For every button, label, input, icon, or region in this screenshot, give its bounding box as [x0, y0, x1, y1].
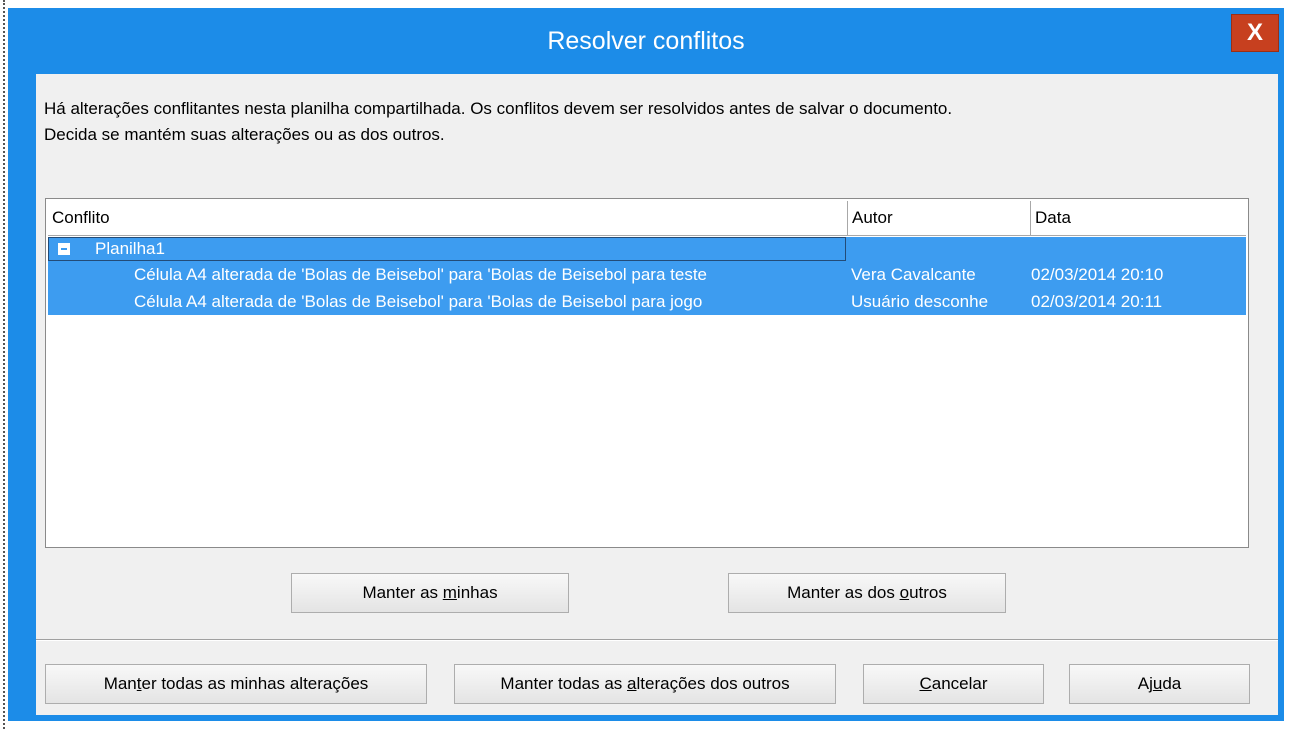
message-line-1: Há alterações conflitantes nesta planilh…: [44, 99, 953, 118]
group-label: Planilha1: [95, 239, 165, 258]
column-header-conflito[interactable]: Conflito: [48, 201, 848, 235]
dialog-title: Resolver conflitos: [547, 26, 745, 55]
keep-others-label-pre: Manter as dos: [787, 583, 900, 602]
keep-others-accelerator: o: [899, 583, 910, 602]
cancel-accelerator: C: [919, 674, 932, 693]
group-row-planilha1[interactable]: Planilha1: [48, 237, 1246, 261]
help-label-post: da: [1162, 674, 1182, 693]
keep-mine-label-pre: Manter as: [362, 583, 443, 602]
keep-all-others-button[interactable]: Manter todas as a lterações dos outros: [454, 664, 836, 704]
cell-conflito: Célula A4 alterada de 'Bolas de Beisebol…: [134, 292, 703, 311]
conflict-message: Há alterações conflitantes nesta planilh…: [44, 96, 952, 148]
help-label-pre: Aj: [1137, 674, 1153, 693]
group-focus-outline: [48, 237, 846, 261]
keep-all-others-accelerator: a: [627, 674, 637, 693]
cell-autor: Vera Cavalcante: [851, 265, 976, 284]
keep-others-button[interactable]: Manter as dos o utros: [728, 573, 1006, 613]
keep-others-label-post: utros: [909, 583, 947, 602]
resolve-conflicts-dialog: Resolver conflitos X Há alterações confl…: [8, 8, 1284, 721]
cancel-button[interactable]: Cancelar: [863, 664, 1044, 704]
title-bar[interactable]: Resolver conflitos: [8, 8, 1284, 74]
table-header: Conflito Autor Data: [48, 201, 1246, 236]
window-edge: [3, 0, 5, 729]
keep-all-others-label-post: lterações dos outros: [636, 674, 790, 693]
keep-all-mine-label-post: er todas as minhas alterações: [141, 674, 369, 693]
keep-mine-accelerator: m: [442, 583, 457, 602]
keep-all-mine-label-pre: Man: [103, 674, 137, 693]
collapse-icon[interactable]: [58, 243, 70, 255]
help-button[interactable]: Aj u da: [1069, 664, 1250, 704]
keep-all-mine-button[interactable]: Man t er todas as minhas alterações: [45, 664, 427, 704]
keep-mine-button[interactable]: Manter as m inhas: [291, 573, 569, 613]
table-body: Planilha1 Célula A4 alterada de 'Bolas d…: [48, 237, 1246, 315]
cell-conflito: Célula A4 alterada de 'Bolas de Beisebol…: [134, 265, 708, 284]
message-line-2: Decida se mantém suas alterações ou as d…: [44, 125, 445, 144]
keep-mine-label-post: inhas: [456, 583, 498, 602]
table-row[interactable]: Célula A4 alterada de 'Bolas de Beisebol…: [48, 261, 1246, 288]
keep-all-others-label-pre: Manter todas as: [500, 674, 628, 693]
cell-data: 02/03/2014 20:11: [1031, 292, 1163, 311]
cell-autor: Usuário desconhe: [851, 292, 989, 311]
close-button[interactable]: X: [1231, 14, 1279, 52]
help-accelerator: u: [1152, 674, 1163, 693]
separator: [36, 639, 1278, 641]
column-header-autor[interactable]: Autor: [848, 201, 1031, 235]
column-header-data[interactable]: Data: [1031, 201, 1247, 235]
table-row[interactable]: Célula A4 alterada de 'Bolas de Beisebol…: [48, 288, 1246, 315]
dialog-body: Há alterações conflitantes nesta planilh…: [36, 74, 1278, 715]
conflicts-table[interactable]: Conflito Autor Data Planilha1 Célula A4 …: [45, 198, 1249, 548]
cell-data: 02/03/2014 20:10: [1031, 265, 1164, 284]
cancel-label-post: ancelar: [931, 674, 988, 693]
